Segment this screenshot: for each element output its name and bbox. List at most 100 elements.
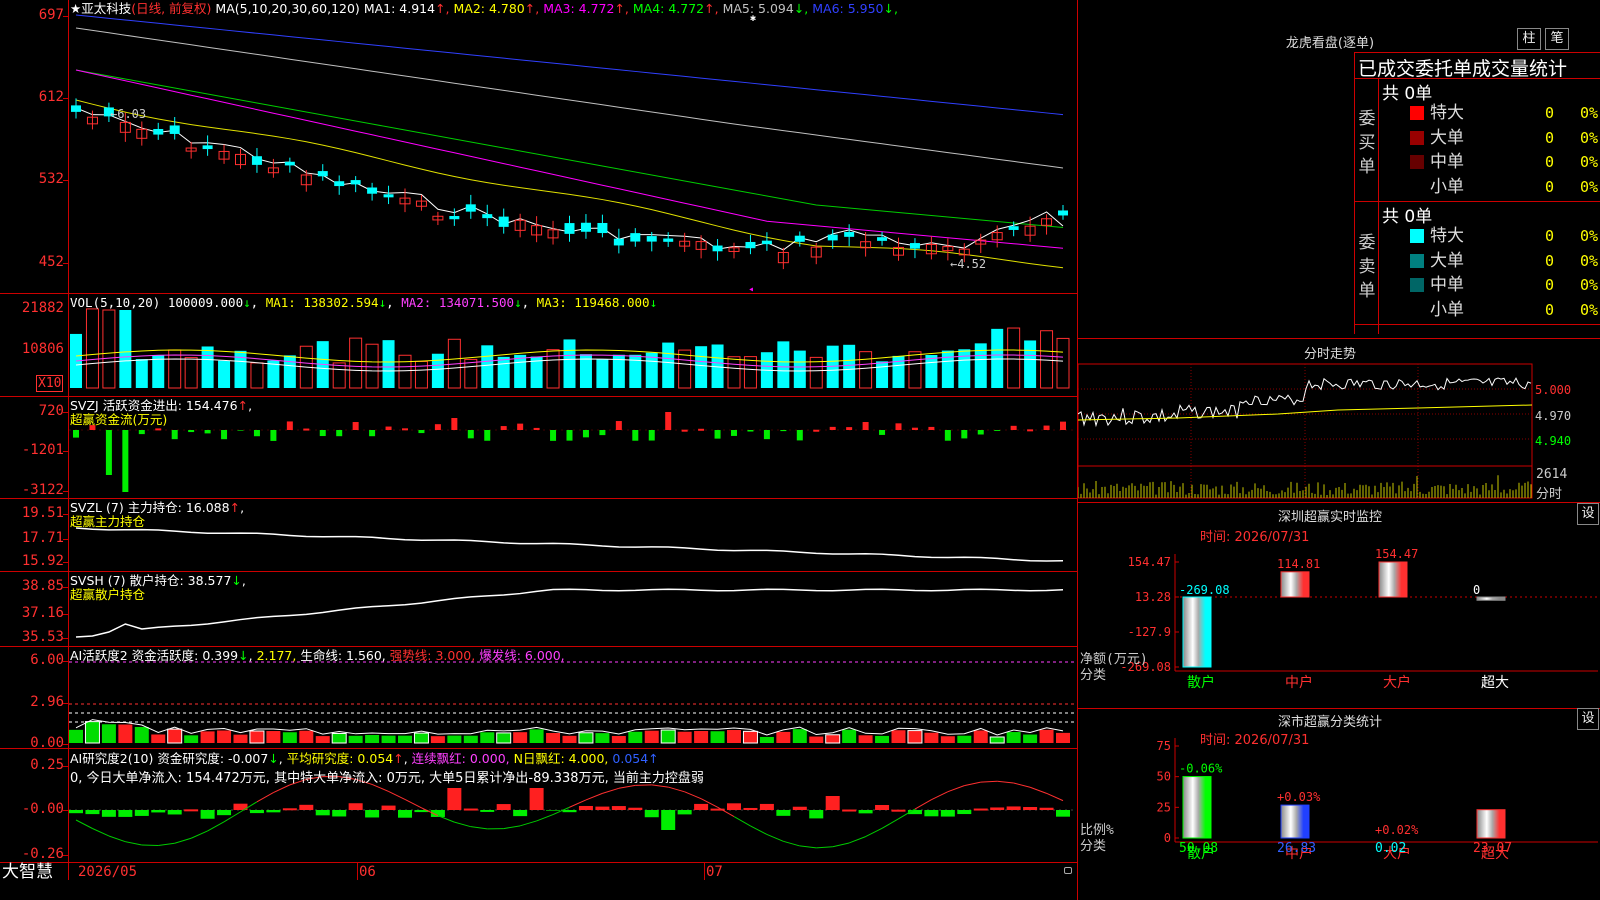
ai2-bar bbox=[940, 810, 955, 817]
svzj-bar bbox=[155, 428, 162, 431]
svzj-bar bbox=[270, 430, 277, 441]
volume-bar bbox=[152, 355, 165, 388]
buy-swatch bbox=[1410, 130, 1424, 145]
ai2-bar bbox=[381, 805, 396, 810]
chart-value-label: +0.03% bbox=[1277, 790, 1321, 804]
chart-y-tick: 154.47 bbox=[1128, 555, 1171, 569]
sz-monitor-chart[interactable]: 154.4713.28-127.9-269.08净额(万元)分类 散户-269.0… bbox=[1078, 520, 1600, 710]
ai1-bar bbox=[496, 732, 512, 744]
svzj-bar bbox=[303, 428, 310, 431]
intraday-axis-mid: 4.970 bbox=[1535, 409, 1572, 423]
ai2-bar bbox=[151, 810, 166, 813]
ai1-bar bbox=[562, 735, 577, 743]
chart-category-label: 大户 bbox=[1383, 674, 1411, 691]
candle-body bbox=[597, 222, 608, 234]
ai2-bar bbox=[546, 810, 561, 811]
ai2-bar bbox=[677, 810, 692, 815]
intraday-axis-low: 4.940 bbox=[1535, 434, 1572, 448]
candle-body bbox=[1008, 226, 1019, 230]
ai1-bar bbox=[200, 731, 215, 743]
ai2-bar bbox=[875, 805, 890, 810]
ai2-bar bbox=[463, 808, 478, 811]
ai2-axis-label: -0.00 bbox=[21, 801, 64, 817]
tick-mode-button[interactable]: 笔 bbox=[1545, 28, 1569, 50]
ai1-bar bbox=[217, 730, 232, 743]
ai2-line-seg bbox=[668, 786, 685, 793]
candle-body bbox=[317, 171, 328, 177]
chart-x-label: 分类 bbox=[1080, 668, 1106, 683]
ai2-bar bbox=[578, 805, 593, 810]
candle-body bbox=[482, 214, 493, 219]
svzj-bar bbox=[171, 430, 178, 440]
bar-mode-button[interactable]: 柱 bbox=[1517, 28, 1541, 50]
volume-bar bbox=[941, 350, 954, 388]
candle-body bbox=[449, 216, 460, 220]
chart-value-label: -269.08 bbox=[1179, 583, 1230, 597]
ai-activity-legend: AI活跃度2 资金活跃度: 0.399↓, 2.177, 生命线: 1.560,… bbox=[70, 648, 565, 663]
price-axis-label: 612 bbox=[38, 89, 64, 105]
ai1-bar bbox=[513, 732, 528, 743]
ai2-bar bbox=[562, 810, 577, 813]
volume-bar bbox=[859, 351, 873, 389]
ai1-axis-label: 0.00 bbox=[30, 735, 64, 751]
volume-axis-top: 21882 bbox=[21, 300, 64, 316]
svzj-bar bbox=[879, 430, 886, 435]
volume-bar bbox=[250, 362, 264, 389]
ai2-bar bbox=[184, 809, 199, 812]
low-price-annotation: ←4.52 bbox=[950, 257, 986, 271]
svzj-bar bbox=[402, 428, 408, 431]
ai2-line-seg bbox=[914, 799, 932, 810]
favorite-star-icon[interactable]: ★ bbox=[70, 1, 81, 16]
svzj-bar bbox=[714, 430, 721, 439]
candle-body bbox=[383, 194, 394, 198]
ai1-bar bbox=[1006, 732, 1021, 743]
ai1-bar bbox=[710, 731, 725, 743]
candle-body bbox=[367, 187, 378, 194]
ai1-axis-label: 2.96 bbox=[30, 694, 64, 710]
ai2-bar bbox=[1039, 807, 1054, 810]
ai2-bar bbox=[792, 806, 807, 810]
volume-bar bbox=[1040, 330, 1054, 389]
svzj-bar bbox=[550, 430, 557, 441]
ai-research-note: 0, 今日大单净流入: 154.472万元, 其中特大单净流入: 0万元, 大单… bbox=[70, 771, 704, 786]
svzj-bar bbox=[1027, 429, 1034, 432]
stats-value-label: 50.08 bbox=[1179, 841, 1218, 856]
chart-y-tick: 0 bbox=[1164, 831, 1171, 845]
ai2-line-seg bbox=[783, 840, 800, 847]
volume-bar bbox=[184, 357, 198, 389]
ai2-bar bbox=[776, 810, 791, 816]
sell-swatch bbox=[1410, 229, 1424, 243]
ai1-bar bbox=[694, 730, 709, 743]
buy-row-1: 特大 0 0% bbox=[1410, 101, 1600, 126]
sz-stats-chart[interactable]: 7550250比例%分类 散户-0.06%中户+0.03%大户+0.02%超大50… bbox=[1078, 724, 1600, 900]
buy-swatch bbox=[1410, 155, 1424, 169]
svzj-bar bbox=[977, 430, 984, 435]
ai2-bar bbox=[85, 810, 100, 815]
ai2-bar bbox=[825, 796, 840, 810]
ai1-bar bbox=[578, 732, 594, 744]
chart-category-label: 超大 bbox=[1481, 675, 1509, 691]
chart-y-tick: 50 bbox=[1157, 770, 1171, 784]
lock-icon[interactable] bbox=[1064, 867, 1072, 874]
svzj-bar bbox=[500, 426, 507, 430]
buy-row-2: 大单 0 0% bbox=[1410, 126, 1600, 151]
ai2-line-seg bbox=[684, 791, 702, 800]
candle-body bbox=[630, 233, 641, 242]
candle-body bbox=[350, 180, 361, 185]
chart-value-label: -0.06% bbox=[1179, 762, 1223, 776]
chart-x-label: 分类 bbox=[1080, 839, 1106, 854]
ai2-bar bbox=[200, 810, 215, 819]
ai2-bar bbox=[266, 810, 281, 813]
volume-bar bbox=[1056, 337, 1070, 389]
volume-bar bbox=[958, 349, 971, 388]
sell-orders-label: 委卖单 bbox=[1358, 233, 1376, 301]
period-label[interactable]: (日线, 前复权) bbox=[131, 1, 211, 16]
stock-name[interactable]: 亚太科技 bbox=[81, 1, 131, 16]
ai2-line-seg bbox=[273, 784, 291, 794]
ai1-bar bbox=[858, 735, 873, 743]
ai2-line-seg bbox=[865, 827, 883, 838]
sell-row-2: 大单 0 0% bbox=[1410, 249, 1600, 274]
sell-row-1: 特大 0 0% bbox=[1410, 224, 1600, 249]
intraday-chart[interactable] bbox=[1078, 362, 1600, 502]
svzj-bar bbox=[221, 430, 228, 440]
